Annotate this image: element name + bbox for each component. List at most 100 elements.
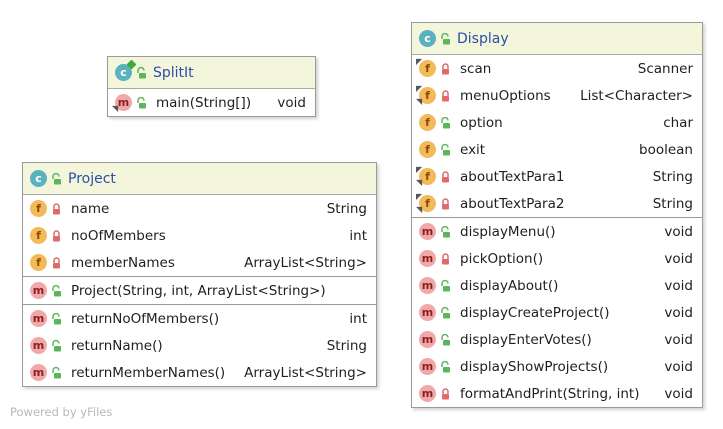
method-row[interactable]: m returnMemberNames() ArrayList<String> — [23, 359, 376, 386]
public-lock-icon — [441, 143, 450, 155]
field-icon: f — [30, 200, 47, 217]
method-row[interactable]: m Project(String, int, ArrayList<String>) — [23, 277, 376, 304]
method-icon: m — [419, 277, 436, 294]
public-lock-icon — [441, 279, 450, 291]
method-icon: m — [419, 385, 436, 402]
method-icon: m — [30, 282, 47, 299]
method-row[interactable]: m formatAndPrint(String, int) void — [412, 380, 702, 407]
field-icon: f — [419, 141, 436, 158]
member-type: void — [664, 277, 693, 294]
member-type: void — [664, 331, 693, 348]
fields-section: f name String f noOfMembers int f memberNames Ar… — [23, 195, 376, 276]
method-icon: m — [30, 337, 47, 354]
class-icon: c — [115, 59, 137, 81]
member-name: aboutTextPara1 — [460, 168, 565, 185]
method-row[interactable]: m displayAbout() void — [412, 272, 702, 299]
field-icon: f — [419, 114, 436, 131]
field-icon: f ◥ ◤ — [416, 165, 436, 187]
method-icon: m — [30, 364, 47, 381]
private-lock-icon — [53, 256, 60, 268]
methods-section: m displayMenu() void m pickOption() void m disp… — [412, 217, 702, 407]
class-icon: c — [30, 170, 47, 187]
member-type: int — [349, 310, 367, 327]
member-type: char — [663, 114, 693, 131]
member-name: menuOptions — [460, 87, 551, 104]
member-name: displayEnterVotes() — [460, 331, 592, 348]
member-type: boolean — [639, 141, 693, 158]
method-row[interactable]: m displayMenu() void — [412, 218, 702, 245]
private-lock-icon — [53, 202, 60, 214]
member-name: formatAndPrint(String, int) — [460, 385, 640, 402]
method-icon: m — [419, 223, 436, 240]
member-name: displayShowProjects() — [460, 358, 609, 375]
public-lock-icon — [52, 366, 61, 378]
private-lock-icon — [442, 387, 449, 399]
class-header[interactable]: c Project — [23, 163, 376, 195]
member-name: name — [71, 200, 110, 217]
methods-section: m ◥ main(String[]) void — [108, 89, 315, 116]
field-icon: f ◥ ◤ — [416, 84, 436, 106]
public-lock-icon — [441, 360, 450, 372]
method-row[interactable]: m pickOption() void — [412, 245, 702, 272]
member-name: Project(String, int, ArrayList<String>) — [71, 282, 326, 299]
method-row[interactable]: m returnNoOfMembers() int — [23, 305, 376, 332]
methods-section: m returnNoOfMembers() int m returnName() Stri… — [23, 304, 376, 386]
member-type: Scanner — [637, 60, 693, 77]
method-row[interactable]: m displayShowProjects() void — [412, 353, 702, 380]
field-row[interactable]: f name String — [23, 195, 376, 222]
class-box-project[interactable]: c Project f name String f noOfMembers int f mem… — [22, 162, 377, 387]
watermark: Powered by yFiles — [10, 405, 113, 419]
public-lock-icon — [52, 172, 61, 184]
member-name: noOfMembers — [71, 227, 166, 244]
field-row[interactable]: f ◥ ◤ aboutTextPara2 String — [412, 190, 702, 217]
field-row[interactable]: f memberNames ArrayList<String> — [23, 249, 376, 276]
member-type: void — [664, 304, 693, 321]
member-type: String — [326, 337, 367, 354]
field-row[interactable]: f exit boolean — [412, 136, 702, 163]
public-lock-icon — [137, 66, 146, 78]
field-row[interactable]: f option char — [412, 109, 702, 136]
class-header[interactable]: c SplitIt — [108, 57, 315, 89]
member-type: void — [664, 250, 693, 267]
class-box-display[interactable]: c Display f ◤ scan Scanner f ◥ ◤ menuOptions Lis… — [411, 22, 703, 408]
method-icon: m — [30, 310, 47, 327]
member-name: displayMenu() — [460, 223, 556, 240]
class-icon: c — [419, 30, 436, 47]
member-name: returnMemberNames() — [71, 364, 226, 381]
public-lock-icon — [52, 284, 61, 296]
method-row[interactable]: m displayCreateProject() void — [412, 299, 702, 326]
member-type: ArrayList<String> — [244, 254, 367, 271]
field-icon: f — [30, 227, 47, 244]
member-type: ArrayList<String> — [244, 364, 367, 381]
public-lock-icon — [441, 32, 450, 44]
public-lock-icon — [441, 333, 450, 345]
field-row[interactable]: f ◤ scan Scanner — [412, 55, 702, 82]
member-type: String — [652, 195, 693, 212]
member-name: option — [460, 114, 503, 131]
field-row[interactable]: f ◥ ◤ menuOptions List<Character> — [412, 82, 702, 109]
public-lock-icon — [137, 96, 146, 108]
member-name: returnName() — [71, 337, 163, 354]
member-type: void — [664, 385, 693, 402]
fields-section: f ◤ scan Scanner f ◥ ◤ menuOptions List<Characte… — [412, 55, 702, 217]
field-row[interactable]: f noOfMembers int — [23, 222, 376, 249]
private-lock-icon — [442, 197, 449, 209]
field-icon: f ◥ ◤ — [416, 192, 436, 214]
member-name: memberNames — [71, 254, 175, 271]
field-icon: f ◤ — [416, 57, 436, 77]
private-lock-icon — [442, 252, 449, 264]
class-name: SplitIt — [153, 64, 194, 81]
class-header[interactable]: c Display — [412, 23, 702, 55]
member-name: displayCreateProject() — [460, 304, 610, 321]
class-box-splitit[interactable]: c SplitIt m ◥ main(String[]) void — [107, 56, 316, 117]
member-name: aboutTextPara2 — [460, 195, 565, 212]
method-row[interactable]: m returnName() String — [23, 332, 376, 359]
field-row[interactable]: f ◥ ◤ aboutTextPara1 String — [412, 163, 702, 190]
private-lock-icon — [53, 229, 60, 241]
member-name: scan — [460, 60, 492, 77]
public-lock-icon — [441, 116, 450, 128]
method-row[interactable]: m displayEnterVotes() void — [412, 326, 702, 353]
field-icon: f — [30, 254, 47, 271]
method-row[interactable]: m ◥ main(String[]) void — [108, 89, 315, 116]
member-name: returnNoOfMembers() — [71, 310, 220, 327]
